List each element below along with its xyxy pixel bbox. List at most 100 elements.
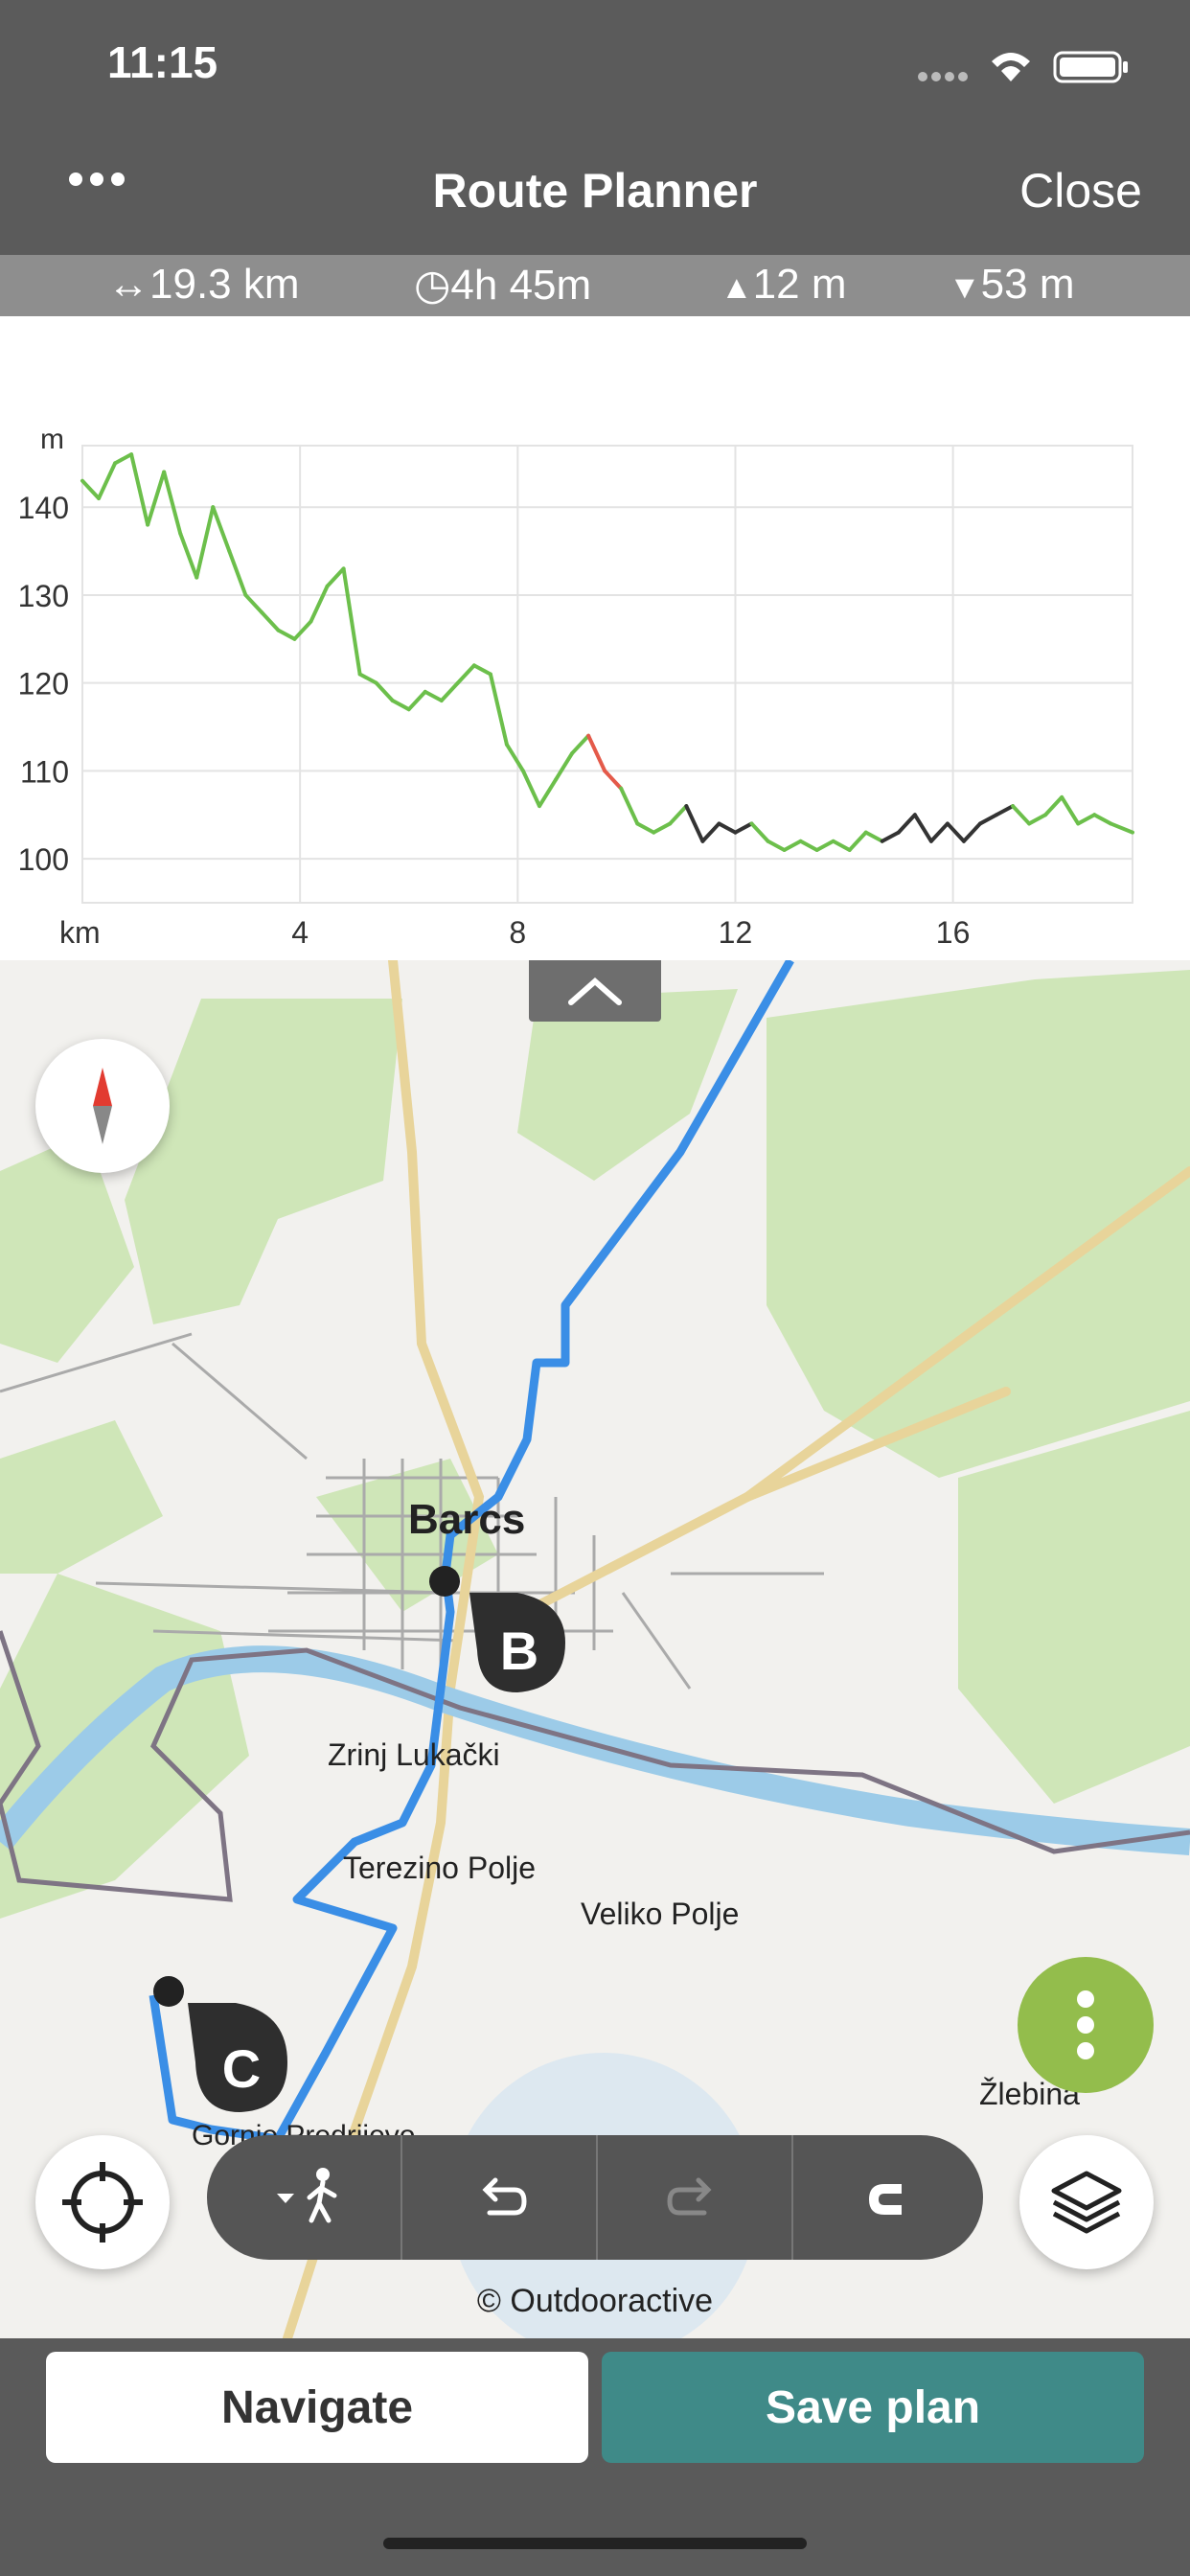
- map-view[interactable]: B C Barcs Zrinj Lukački Terezino Polje V…: [0, 960, 1190, 2338]
- layers-icon: [1051, 2171, 1122, 2234]
- elevation-segment: [80, 478, 102, 501]
- elevation-segment: [1076, 813, 1097, 826]
- place-label: Veliko Polje: [581, 1897, 739, 1931]
- waypoint-b-label: B: [500, 1621, 538, 1681]
- elevation-segment: [995, 804, 1016, 817]
- locate-me-button[interactable]: [35, 2135, 170, 2269]
- plot-frame: [81, 445, 1133, 904]
- status-icons: [918, 51, 1128, 83]
- walk-mode-icon: [277, 2168, 337, 2223]
- waypoint-dot-c[interactable]: [153, 1976, 184, 2007]
- y-tick-label: 110: [20, 754, 69, 789]
- elevation-profile-panel: 100 110 120 130 140 4 8 12 16 m km: [0, 316, 1190, 960]
- distance-stat: ↔19.3 km: [107, 261, 300, 308]
- route-edit-toolbar: [207, 2135, 983, 2260]
- elevation-segment: [504, 742, 525, 773]
- redo-icon: [667, 2177, 712, 2216]
- elevation-segment: [619, 786, 640, 826]
- elevation-segment: [766, 839, 787, 852]
- elevation-segment: [1109, 821, 1134, 835]
- x-axis-label: km: [59, 915, 101, 950]
- more-actions-fab[interactable]: [1018, 1957, 1154, 2093]
- elevation-chart: 100 110 120 130 140 4 8 12 16 m km: [18, 424, 1134, 950]
- compass-icon: [93, 1068, 112, 1144]
- elevation-segment: [814, 839, 835, 852]
- compass-button[interactable]: [35, 1039, 170, 1173]
- place-label: Terezino Polje: [343, 1851, 536, 1885]
- collapse-chart-button[interactable]: [529, 960, 661, 1022]
- elevation-segment: [520, 769, 542, 809]
- elevation-segment: [341, 566, 362, 677]
- elevation-segment: [684, 804, 705, 843]
- status-time: 11:15: [107, 37, 218, 87]
- snap-to-path-button[interactable]: [790, 2135, 983, 2260]
- map-layers-button[interactable]: [1019, 2135, 1154, 2269]
- magnet-icon: [869, 2184, 902, 2215]
- battery-icon: [1053, 51, 1128, 83]
- waypoint-dot-b[interactable]: [429, 1566, 460, 1597]
- y-tick-label: 130: [18, 579, 69, 613]
- redo-button[interactable]: [598, 2135, 791, 2260]
- elevation-segment: [471, 663, 492, 677]
- map-attribution: © Outdooractive: [477, 2283, 713, 2319]
- elevation-segment: [668, 804, 689, 826]
- elevation-segment: [635, 821, 656, 835]
- page-title: Route Planner: [432, 164, 758, 218]
- waypoint-c-label: C: [222, 2038, 261, 2099]
- y-axis-label: m: [40, 424, 64, 455]
- elevation-segment: [276, 628, 297, 641]
- elevation-segment: [847, 830, 868, 852]
- navigation-header: 11:15 Route Planner Close: [0, 0, 1190, 255]
- elevation-segment: [554, 751, 575, 782]
- descent-stat: ▼53 m: [949, 261, 1075, 308]
- close-button[interactable]: Close: [1019, 163, 1142, 218]
- elevation-segment: [146, 470, 167, 527]
- elevation-segment: [162, 470, 183, 536]
- elevation-segment: [211, 505, 232, 554]
- distance-icon: ↔: [107, 261, 149, 308]
- elevation-segment: [749, 821, 770, 843]
- undo-button[interactable]: [402, 2135, 596, 2260]
- elevation-segment: [782, 839, 803, 852]
- elevation-segment: [961, 821, 982, 843]
- elevation-segment: [390, 699, 411, 712]
- cellular-signal-icon: [918, 72, 968, 81]
- elevation-segment: [912, 813, 933, 843]
- clock-icon: ◷: [414, 262, 451, 309]
- elevation-segment: [325, 566, 346, 588]
- elevation-segment: [977, 813, 999, 826]
- elevation-segment: [113, 452, 134, 466]
- elevation-segment: [455, 663, 476, 685]
- elevation-segment: [880, 830, 901, 843]
- elevation-segment: [357, 672, 378, 685]
- elevation-segment: [896, 813, 917, 835]
- ascent-icon: ▲: [721, 269, 753, 306]
- home-indicator: [383, 2538, 807, 2549]
- y-tick-label: 140: [18, 491, 69, 525]
- elevation-segment: [863, 830, 884, 843]
- crosshair-icon: [62, 2162, 143, 2242]
- chevron-up-icon: [568, 978, 622, 1005]
- elevation-segment: [178, 531, 199, 580]
- elevation-segment: [700, 821, 721, 843]
- elevation-segment: [1011, 804, 1032, 826]
- elevation-segment: [406, 689, 427, 712]
- x-tick-label: 16: [936, 915, 971, 950]
- elevation-segment: [243, 592, 264, 615]
- elevation-segment: [423, 689, 444, 703]
- ascent-stat: ▲12 m: [721, 261, 847, 308]
- elevation-segment: [374, 680, 395, 703]
- walk-mode-button[interactable]: [207, 2135, 400, 2260]
- elevation-segment: [1027, 813, 1048, 826]
- elevation-segment: [488, 672, 509, 747]
- x-tick-label: 8: [509, 915, 526, 950]
- elevation-segment: [603, 769, 624, 791]
- forest-areas: [0, 970, 1190, 1919]
- save-plan-button[interactable]: Save plan: [602, 2352, 1144, 2463]
- descent-icon: ▼: [949, 269, 981, 306]
- elevation-segment: [1092, 813, 1113, 826]
- navigate-button[interactable]: Navigate: [46, 2352, 588, 2463]
- y-tick-label: 120: [18, 667, 69, 702]
- elevation-segment: [195, 505, 216, 580]
- elevation-segment: [1043, 794, 1064, 817]
